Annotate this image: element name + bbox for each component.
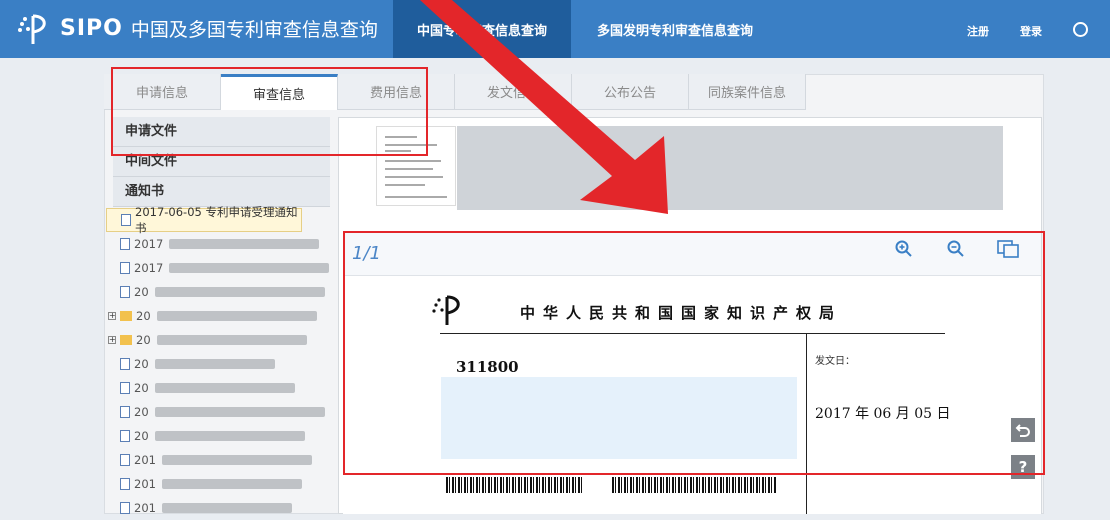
annotation-arrow-icon — [420, 0, 668, 214]
